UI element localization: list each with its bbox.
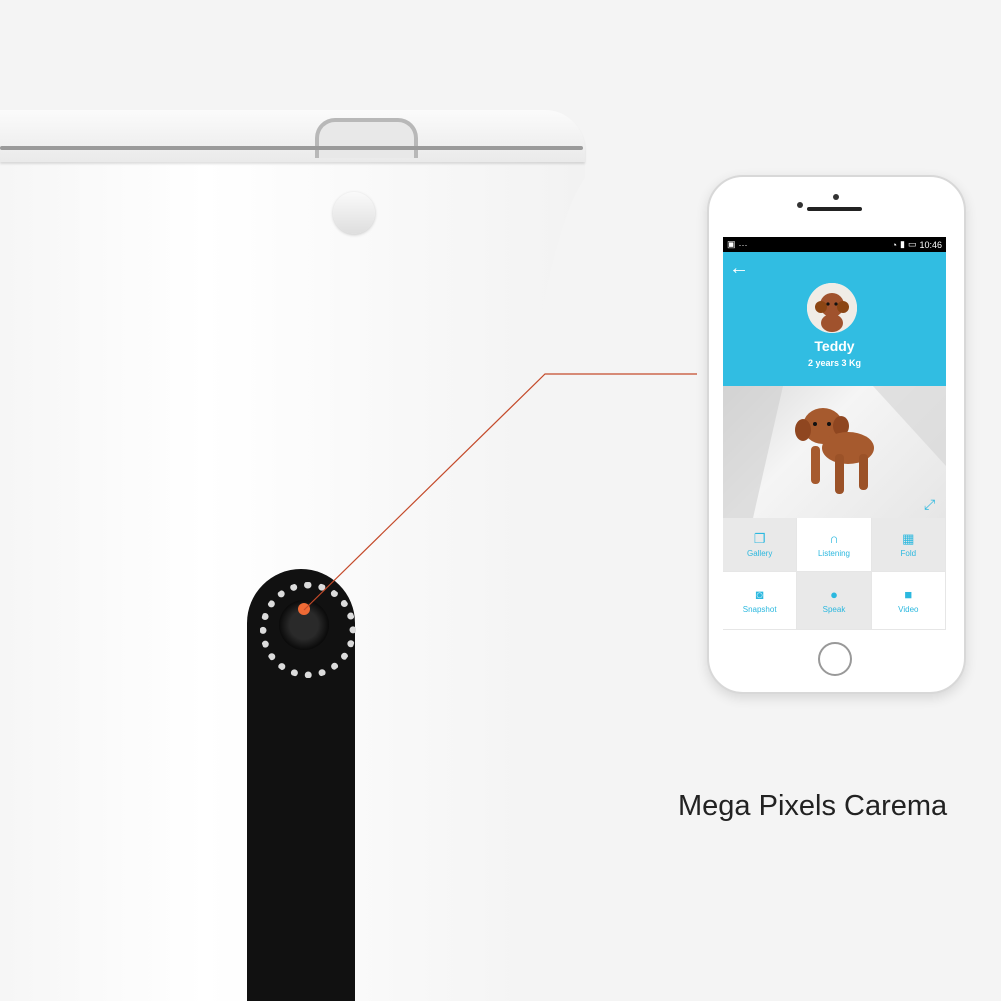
back-arrow-icon[interactable]: ← [729,257,749,280]
control-grid: ❐ Gallery ∩ Listening ▦ Fold ◙ Snapshot … [723,518,946,630]
snapshot-label: Snapshot [742,604,777,614]
status-bar: ▣ ··· ◔ ▮ ▭ 10:46 [723,237,946,252]
listening-button[interactable]: ∩ Listening [797,518,872,572]
video-label: Video [898,604,919,614]
fold-label: Fold [900,548,917,558]
headphones-icon: ∩ [829,530,839,546]
poodle-video-image [723,386,946,518]
pet-avatar[interactable] [807,283,857,333]
video-button[interactable]: ■ Video [871,572,946,630]
poodle-avatar-image [807,283,857,333]
pet-name: Teddy [814,338,855,354]
speak-button[interactable]: ● Speak [797,572,872,630]
front-sensor [833,194,839,200]
feeder-lid [0,110,585,162]
live-video-feed[interactable]: ⤢ [723,386,946,518]
signal-icon: ▮ [900,239,905,249]
menu-dots-icon: ··· [738,239,748,250]
lid-handle [315,118,418,158]
caption-text: Mega Pixels Carema [678,790,948,822]
battery-icon: ▭ [907,239,917,249]
gallery-button[interactable]: ❐ Gallery [723,518,798,572]
front-camera [797,202,803,208]
gallery-label: Gallery [746,548,773,558]
earpiece-speaker [807,207,862,211]
listening-label: Listening [817,548,850,558]
lid-rim [0,146,583,150]
camera-icon: ◙ [755,586,764,602]
fold-button[interactable]: ▦ Fold [871,518,946,572]
profile-header: ← Teddy 2 years 3 Kg [723,252,946,386]
home-button[interactable] [818,642,852,676]
status-time: 10:46 [919,239,942,250]
pet-info: 2 years 3 Kg [807,358,862,368]
microphone-icon: ● [830,586,838,602]
fullscreen-icon[interactable]: ⤢ [924,496,940,512]
phone-screen: ▣ ··· ◔ ▮ ▭ 10:46 ← Teddy 2 years 3 Kg ⤢… [723,237,946,631]
notification-icon: ▣ [727,239,736,249]
gallery-icon: ❐ [753,530,766,546]
wifi-icon: ◔ [891,239,897,250]
video-camera-icon: ■ [904,586,913,602]
camera-indicator-dot [298,603,310,615]
lid-knob [333,192,375,234]
snapshot-button[interactable]: ◙ Snapshot [723,572,798,630]
pet-feeder-device [0,0,610,1001]
speak-label: Speak [822,604,846,614]
film-icon: ▦ [902,530,915,546]
